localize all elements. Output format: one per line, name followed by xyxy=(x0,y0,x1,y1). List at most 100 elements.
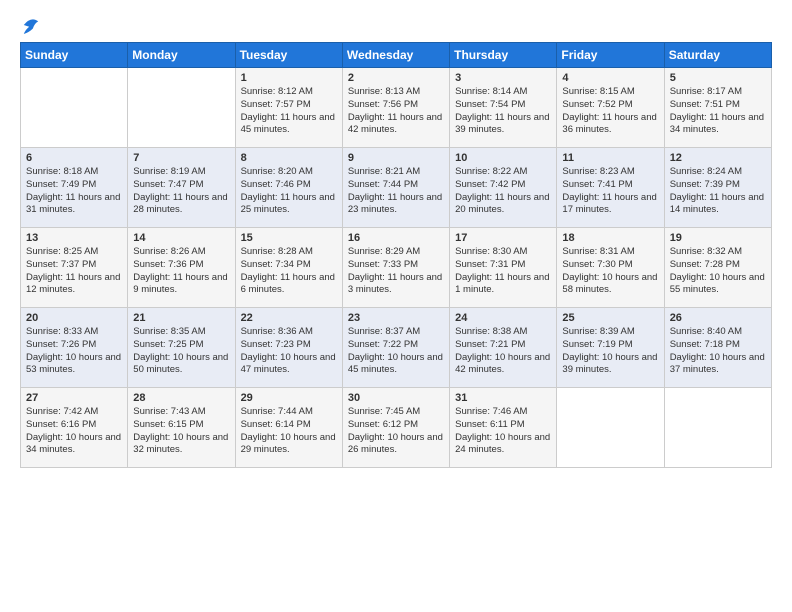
week-row-2: 6 Sunrise: 8:18 AM Sunset: 7:49 PM Daylig… xyxy=(21,148,772,228)
day-info: Sunrise: 8:23 AM Sunset: 7:41 PM Dayligh… xyxy=(562,166,658,217)
day-info: Sunrise: 8:38 AM Sunset: 7:21 PM Dayligh… xyxy=(455,326,551,377)
day-number: 17 xyxy=(455,232,551,244)
week-row-4: 20 Sunrise: 8:33 AM Sunset: 7:26 PM Dayli… xyxy=(21,308,772,388)
calendar-cell: 14 Sunrise: 8:26 AM Sunset: 7:36 PM Dayli… xyxy=(128,228,235,308)
calendar-cell xyxy=(128,68,235,148)
calendar-cell xyxy=(557,388,664,468)
logo xyxy=(20,16,40,32)
calendar-cell: 23 Sunrise: 8:37 AM Sunset: 7:22 PM Dayli… xyxy=(342,308,449,388)
day-info: Sunrise: 8:30 AM Sunset: 7:31 PM Dayligh… xyxy=(455,246,551,297)
week-row-3: 13 Sunrise: 8:25 AM Sunset: 7:37 PM Dayli… xyxy=(21,228,772,308)
day-number: 26 xyxy=(670,312,766,324)
day-number: 27 xyxy=(26,392,122,404)
calendar-cell: 9 Sunrise: 8:21 AM Sunset: 7:44 PM Daylig… xyxy=(342,148,449,228)
calendar-cell: 17 Sunrise: 8:30 AM Sunset: 7:31 PM Dayli… xyxy=(450,228,557,308)
day-info: Sunrise: 8:31 AM Sunset: 7:30 PM Dayligh… xyxy=(562,246,658,297)
day-info: Sunrise: 8:25 AM Sunset: 7:37 PM Dayligh… xyxy=(26,246,122,297)
day-info: Sunrise: 8:18 AM Sunset: 7:49 PM Dayligh… xyxy=(26,166,122,217)
day-info: Sunrise: 7:46 AM Sunset: 6:11 PM Dayligh… xyxy=(455,406,551,457)
calendar-cell: 2Sunrise: 8:13 AM Sunset: 7:56 PM Daylig… xyxy=(342,68,449,148)
calendar-cell xyxy=(21,68,128,148)
day-info: Sunrise: 8:12 AM Sunset: 7:57 PM Dayligh… xyxy=(241,86,337,137)
day-info: Sunrise: 7:45 AM Sunset: 6:12 PM Dayligh… xyxy=(348,406,444,457)
header xyxy=(20,16,772,32)
day-info: Sunrise: 8:39 AM Sunset: 7:19 PM Dayligh… xyxy=(562,326,658,377)
day-info: Sunrise: 8:21 AM Sunset: 7:44 PM Dayligh… xyxy=(348,166,444,217)
day-number: 7 xyxy=(133,152,229,164)
day-info: Sunrise: 8:37 AM Sunset: 7:22 PM Dayligh… xyxy=(348,326,444,377)
day-number: 6 xyxy=(26,152,122,164)
day-number: 15 xyxy=(241,232,337,244)
day-info: Sunrise: 8:22 AM Sunset: 7:42 PM Dayligh… xyxy=(455,166,551,217)
col-header-thursday: Thursday xyxy=(450,43,557,68)
week-row-1: 1 Sunrise: 8:12 AM Sunset: 7:57 PM Daylig… xyxy=(21,68,772,148)
day-number: 14 xyxy=(133,232,229,244)
col-header-saturday: Saturday xyxy=(664,43,771,68)
page: SundayMondayTuesdayWednesdayThursdayFrid… xyxy=(0,0,792,612)
calendar-cell: 24 Sunrise: 8:38 AM Sunset: 7:21 PM Dayli… xyxy=(450,308,557,388)
col-header-tuesday: Tuesday xyxy=(235,43,342,68)
day-info: Sunrise: 8:14 AM Sunset: 7:54 PM Dayligh… xyxy=(455,86,551,137)
calendar-cell: 25 Sunrise: 8:39 AM Sunset: 7:19 PM Dayli… xyxy=(557,308,664,388)
calendar-cell: 18 Sunrise: 8:31 AM Sunset: 7:30 PM Dayli… xyxy=(557,228,664,308)
calendar-cell: 22 Sunrise: 8:36 AM Sunset: 7:23 PM Dayli… xyxy=(235,308,342,388)
calendar-cell: 11 Sunrise: 8:23 AM Sunset: 7:41 PM Dayli… xyxy=(557,148,664,228)
calendar-cell: 15 Sunrise: 8:28 AM Sunset: 7:34 PM Dayli… xyxy=(235,228,342,308)
day-number: 3 xyxy=(455,72,551,84)
calendar-cell: 3 Sunrise: 8:14 AM Sunset: 7:54 PM Daylig… xyxy=(450,68,557,148)
day-info: Sunrise: 8:19 AM Sunset: 7:47 PM Dayligh… xyxy=(133,166,229,217)
calendar-cell: 7 Sunrise: 8:19 AM Sunset: 7:47 PM Daylig… xyxy=(128,148,235,228)
day-info: Sunrise: 8:20 AM Sunset: 7:46 PM Dayligh… xyxy=(241,166,337,217)
day-number: 10 xyxy=(455,152,551,164)
day-info: Sunrise: 8:24 AM Sunset: 7:39 PM Dayligh… xyxy=(670,166,766,217)
calendar-cell: 27 Sunrise: 7:42 AM Sunset: 6:16 PM Dayli… xyxy=(21,388,128,468)
day-number: 11 xyxy=(562,152,658,164)
day-info: Sunrise: 8:33 AM Sunset: 7:26 PM Dayligh… xyxy=(26,326,122,377)
calendar-cell: 6 Sunrise: 8:18 AM Sunset: 7:49 PM Daylig… xyxy=(21,148,128,228)
calendar-cell: 12 Sunrise: 8:24 AM Sunset: 7:39 PM Dayli… xyxy=(664,148,771,228)
day-number: 12 xyxy=(670,152,766,164)
day-number: 20 xyxy=(26,312,122,324)
col-header-friday: Friday xyxy=(557,43,664,68)
calendar-cell: 10 Sunrise: 8:22 AM Sunset: 7:42 PM Dayli… xyxy=(450,148,557,228)
header-row: SundayMondayTuesdayWednesdayThursdayFrid… xyxy=(21,43,772,68)
calendar-cell: 21 Sunrise: 8:35 AM Sunset: 7:25 PM Dayli… xyxy=(128,308,235,388)
day-number: 23 xyxy=(348,312,444,324)
day-info: Sunrise: 8:35 AM Sunset: 7:25 PM Dayligh… xyxy=(133,326,229,377)
col-header-wednesday: Wednesday xyxy=(342,43,449,68)
day-number: 28 xyxy=(133,392,229,404)
day-info: Sunrise: 8:15 AM Sunset: 7:52 PM Dayligh… xyxy=(562,86,658,137)
day-info: Sunrise: 8:36 AM Sunset: 7:23 PM Dayligh… xyxy=(241,326,337,377)
day-number: 18 xyxy=(562,232,658,244)
day-info: Sunrise: 8:28 AM Sunset: 7:34 PM Dayligh… xyxy=(241,246,337,297)
day-info: Sunrise: 7:42 AM Sunset: 6:16 PM Dayligh… xyxy=(26,406,122,457)
day-number: 13 xyxy=(26,232,122,244)
day-number: 4 xyxy=(562,72,658,84)
calendar-cell: 28Sunrise: 7:43 AM Sunset: 6:15 PM Dayli… xyxy=(128,388,235,468)
day-number: 9 xyxy=(348,152,444,164)
day-number: 22 xyxy=(241,312,337,324)
calendar-cell: 16Sunrise: 8:29 AM Sunset: 7:33 PM Dayli… xyxy=(342,228,449,308)
day-info: Sunrise: 7:44 AM Sunset: 6:14 PM Dayligh… xyxy=(241,406,337,457)
day-number: 8 xyxy=(241,152,337,164)
day-number: 19 xyxy=(670,232,766,244)
calendar-cell: 19 Sunrise: 8:32 AM Sunset: 7:28 PM Dayli… xyxy=(664,228,771,308)
calendar-cell: 26 Sunrise: 8:40 AM Sunset: 7:18 PM Dayli… xyxy=(664,308,771,388)
logo-bird-icon xyxy=(22,14,40,36)
day-number: 25 xyxy=(562,312,658,324)
calendar-cell: 31 Sunrise: 7:46 AM Sunset: 6:11 PM Dayli… xyxy=(450,388,557,468)
calendar-cell: 1 Sunrise: 8:12 AM Sunset: 7:57 PM Daylig… xyxy=(235,68,342,148)
day-number: 1 xyxy=(241,72,337,84)
day-number: 31 xyxy=(455,392,551,404)
day-number: 21 xyxy=(133,312,229,324)
calendar-cell: 20 Sunrise: 8:33 AM Sunset: 7:26 PM Dayli… xyxy=(21,308,128,388)
day-number: 24 xyxy=(455,312,551,324)
day-info: Sunrise: 8:26 AM Sunset: 7:36 PM Dayligh… xyxy=(133,246,229,297)
day-info: Sunrise: 8:40 AM Sunset: 7:18 PM Dayligh… xyxy=(670,326,766,377)
day-number: 29 xyxy=(241,392,337,404)
day-info: Sunrise: 8:17 AM Sunset: 7:51 PM Dayligh… xyxy=(670,86,766,137)
day-info: Sunrise: 8:32 AM Sunset: 7:28 PM Dayligh… xyxy=(670,246,766,297)
day-number: 30 xyxy=(348,392,444,404)
calendar-cell: 13 Sunrise: 8:25 AM Sunset: 7:37 PM Dayli… xyxy=(21,228,128,308)
col-header-sunday: Sunday xyxy=(21,43,128,68)
